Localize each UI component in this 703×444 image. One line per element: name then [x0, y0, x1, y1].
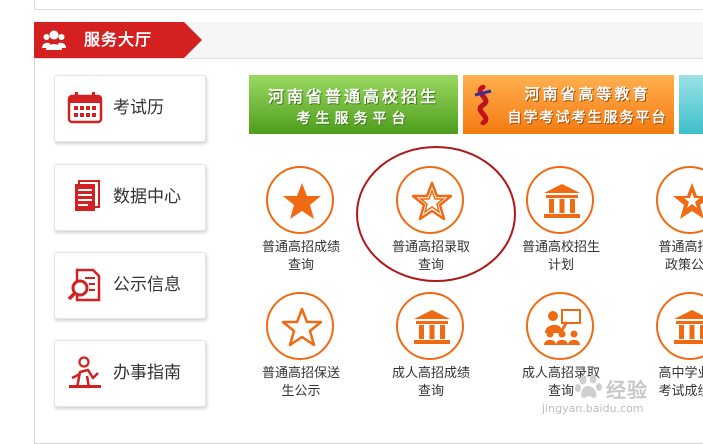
service-icon-circle	[656, 166, 703, 234]
top-frame	[34, 0, 703, 10]
building-icon	[414, 310, 450, 344]
sidebar-item-service-guide[interactable]: 办事指南	[54, 340, 206, 407]
sidebar-item-label: 公示信息	[113, 275, 181, 295]
calendar-icon	[67, 92, 103, 124]
users-icon	[42, 30, 66, 50]
watermark: 经验 jingyan.baidu.com	[542, 372, 703, 422]
sidebar-item-data-center[interactable]: 数据中心	[54, 164, 206, 231]
service-label: 普通高校招生 计划	[521, 240, 600, 273]
service-label: 普通高招照 政策公示	[658, 240, 703, 273]
service-icon-circle	[396, 292, 464, 360]
banner-subtitle: 考生服务平台	[296, 111, 411, 127]
star-filled-icon	[673, 183, 703, 219]
banner-henan-admissions[interactable]: 河南省普通高校招生 考生服务平台	[249, 75, 458, 134]
service-label: 普通高招成绩 查询	[261, 240, 340, 273]
star-filled-icon	[283, 183, 321, 219]
building-icon	[674, 310, 703, 344]
sidebar-item-public-notices[interactable]: 公示信息	[54, 252, 206, 319]
person-guide-icon	[69, 356, 101, 389]
service-gaokao-score-query[interactable]: 普通高招成绩 查询	[236, 166, 366, 281]
service-label: 普通高招录取 查询	[391, 240, 470, 273]
banner-self-study-exam[interactable]: 河南省高等教育 自学考试考生服务平台	[463, 75, 674, 134]
service-icon-circle	[526, 292, 594, 360]
star-outline-icon	[282, 307, 322, 347]
document-stack-icon	[75, 180, 100, 211]
watermark-url: jingyan.baidu.com	[542, 402, 644, 415]
presenter-icon	[544, 309, 581, 345]
sidebar-item-label: 办事指南	[113, 363, 181, 383]
service-icon-circle	[526, 166, 594, 234]
sidebar-item-exam-calendar[interactable]: 考试历	[54, 75, 206, 142]
page-title: 服务大厅	[84, 30, 153, 49]
banner-title: 河南省高等教育	[524, 85, 651, 103]
service-gaokao-admission-query[interactable]: 普通高招录取 查询	[366, 166, 496, 281]
star-outline-icon	[412, 181, 452, 221]
service-enrollment-plan[interactable]: 普通高校招生 计划	[496, 166, 626, 281]
sidebar-item-label: 数据中心	[113, 187, 181, 207]
education-logo-icon	[474, 85, 492, 125]
service-icon-circle	[396, 166, 464, 234]
building-icon	[544, 184, 580, 218]
service-hall-header: 服务大厅	[34, 22, 202, 58]
service-label: 成人高招成绩 查询	[391, 366, 470, 399]
paw-logo-icon	[575, 374, 602, 398]
service-label: 普通高招保送 生公示	[261, 366, 340, 399]
banner-title: 河南省普通高校招生	[267, 87, 439, 106]
service-icon-circle	[656, 292, 703, 360]
banner-subtitle: 自学考试考生服务平台	[507, 110, 668, 126]
service-icon-circle	[266, 292, 334, 360]
service-policy-notice[interactable]: 普通高招照 政策公示	[626, 166, 703, 281]
service-recommended-students[interactable]: 普通高招保送 生公示	[236, 292, 366, 407]
service-adult-score-query[interactable]: 成人高招成绩 查询	[366, 292, 496, 407]
service-icon-circle	[266, 166, 334, 234]
sidebar-item-label: 考试历	[113, 98, 164, 118]
search-document-icon	[67, 268, 101, 302]
watermark-text: 经验	[606, 378, 648, 402]
banner-partial[interactable]	[679, 75, 703, 134]
